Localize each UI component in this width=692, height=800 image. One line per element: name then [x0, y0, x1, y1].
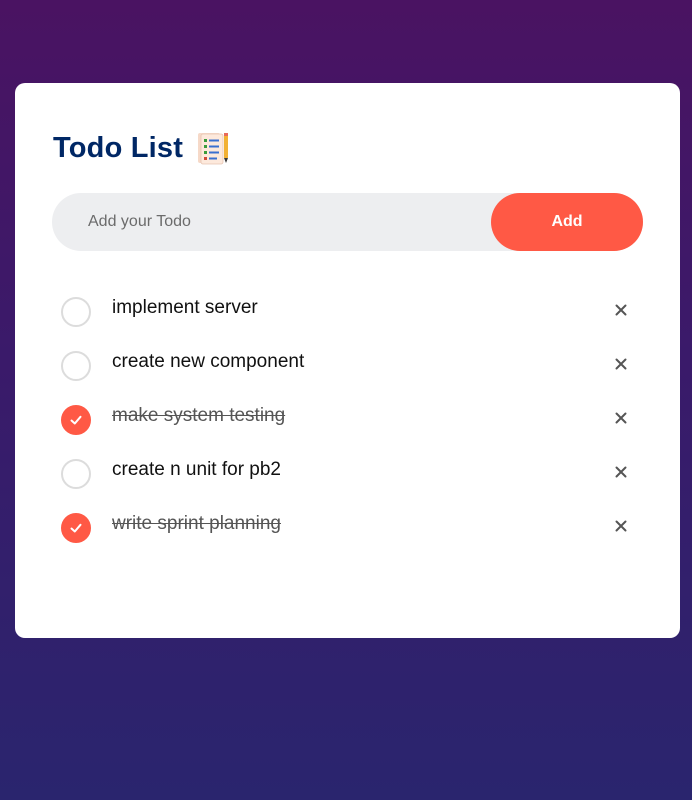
list-item[interactable]: create new component — [61, 342, 631, 396]
checkbox[interactable] — [61, 459, 91, 489]
todo-text: create new component — [112, 351, 305, 372]
todo-text: create n unit for pb2 — [112, 459, 281, 480]
list-item[interactable]: implement server — [61, 288, 631, 342]
checkmark-icon — [70, 415, 82, 425]
todo-list: implement server create new component ma… — [61, 288, 631, 558]
close-icon[interactable] — [611, 408, 631, 428]
header: Todo List — [53, 131, 231, 165]
todo-input[interactable] — [52, 192, 491, 252]
todo-text: make system testing — [112, 405, 286, 426]
page-title: Todo List — [53, 131, 184, 164]
checkbox-checked[interactable] — [61, 513, 91, 543]
todo-text: implement server — [112, 297, 258, 318]
todo-card: Todo List Add impl — [15, 83, 680, 638]
checkmark-icon — [70, 523, 82, 533]
close-icon[interactable] — [611, 300, 631, 320]
close-icon[interactable] — [611, 516, 631, 536]
todo-text: write sprint planning — [112, 513, 281, 534]
checklist-notepad-icon — [195, 131, 231, 165]
list-item[interactable]: write sprint planning — [61, 504, 631, 558]
list-item[interactable]: create n unit for pb2 — [61, 450, 631, 504]
close-icon[interactable] — [611, 462, 631, 482]
add-button[interactable]: Add — [491, 193, 643, 251]
close-icon[interactable] — [611, 354, 631, 374]
checkbox[interactable] — [61, 351, 91, 381]
checkbox[interactable] — [61, 297, 91, 327]
checkbox-checked[interactable] — [61, 405, 91, 435]
list-item[interactable]: make system testing — [61, 396, 631, 450]
add-todo-row: Add — [52, 192, 643, 252]
